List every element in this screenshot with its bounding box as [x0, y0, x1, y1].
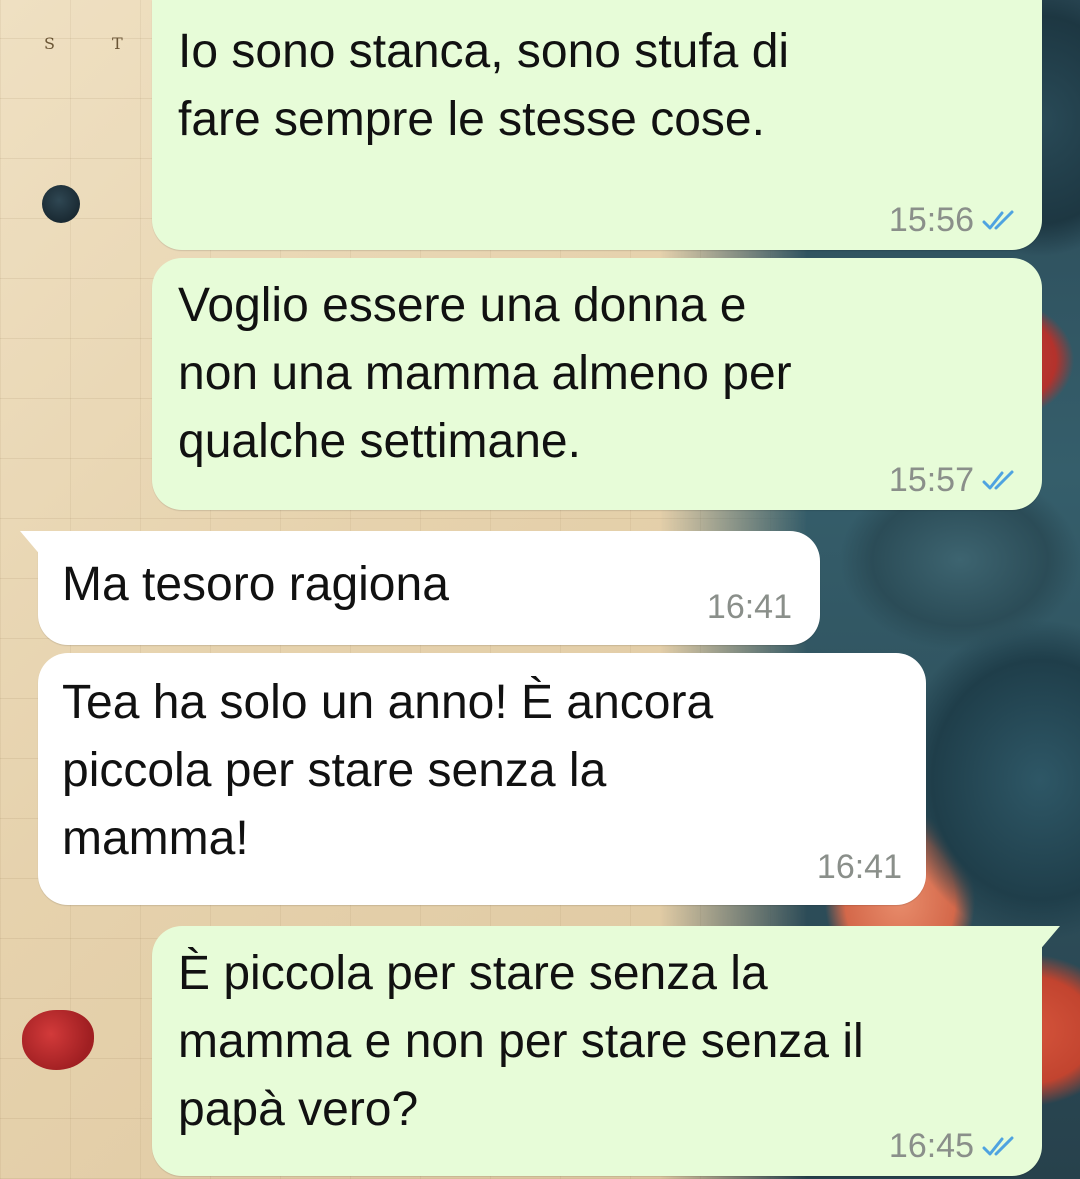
- incoming-message-bubble[interactable]: Ma tesoro ragiona 16:41: [20, 531, 820, 645]
- message-text: Tea ha solo un anno! È ancora piccola pe…: [62, 676, 714, 865]
- incoming-message-bubble[interactable]: Tea ha solo un anno! È ancora piccola pe…: [38, 653, 926, 905]
- message-time: 16:41: [706, 588, 792, 626]
- message-meta: 15:56: [889, 201, 1018, 240]
- message-meta: 15:57: [889, 461, 1018, 500]
- bubble-tail: [20, 531, 42, 557]
- bubble-tail: [1038, 926, 1060, 952]
- message-text: Io sono stanca, sono stufa di fare sempr…: [178, 25, 790, 146]
- message-time: 15:56: [888, 201, 974, 239]
- message-text: Voglio essere una donna e non una mamma …: [178, 279, 792, 468]
- double-check-read-icon: [982, 210, 1014, 229]
- message-time: 16:41: [816, 848, 902, 886]
- message-text: È piccola per stare senza la mamma e non…: [178, 947, 864, 1136]
- message-meta: 16:41: [817, 848, 902, 887]
- message-time: 15:57: [888, 461, 974, 499]
- message-text: Ma tesoro ragiona: [62, 558, 449, 611]
- message-meta: 16:45: [889, 1127, 1018, 1166]
- message-meta: 16:41: [707, 588, 792, 627]
- outgoing-message-bubble[interactable]: Voglio essere una donna e non una mamma …: [152, 258, 1042, 510]
- message-list[interactable]: Io sono stanca, sono stufa di fare sempr…: [0, 0, 1080, 1179]
- message-time: 16:45: [888, 1127, 974, 1165]
- outgoing-message-bubble[interactable]: Io sono stanca, sono stufa di fare sempr…: [152, 0, 1042, 250]
- outgoing-message-bubble[interactable]: È piccola per stare senza la mamma e non…: [152, 926, 1060, 1176]
- double-check-read-icon: [982, 470, 1014, 489]
- double-check-read-icon: [982, 1136, 1014, 1155]
